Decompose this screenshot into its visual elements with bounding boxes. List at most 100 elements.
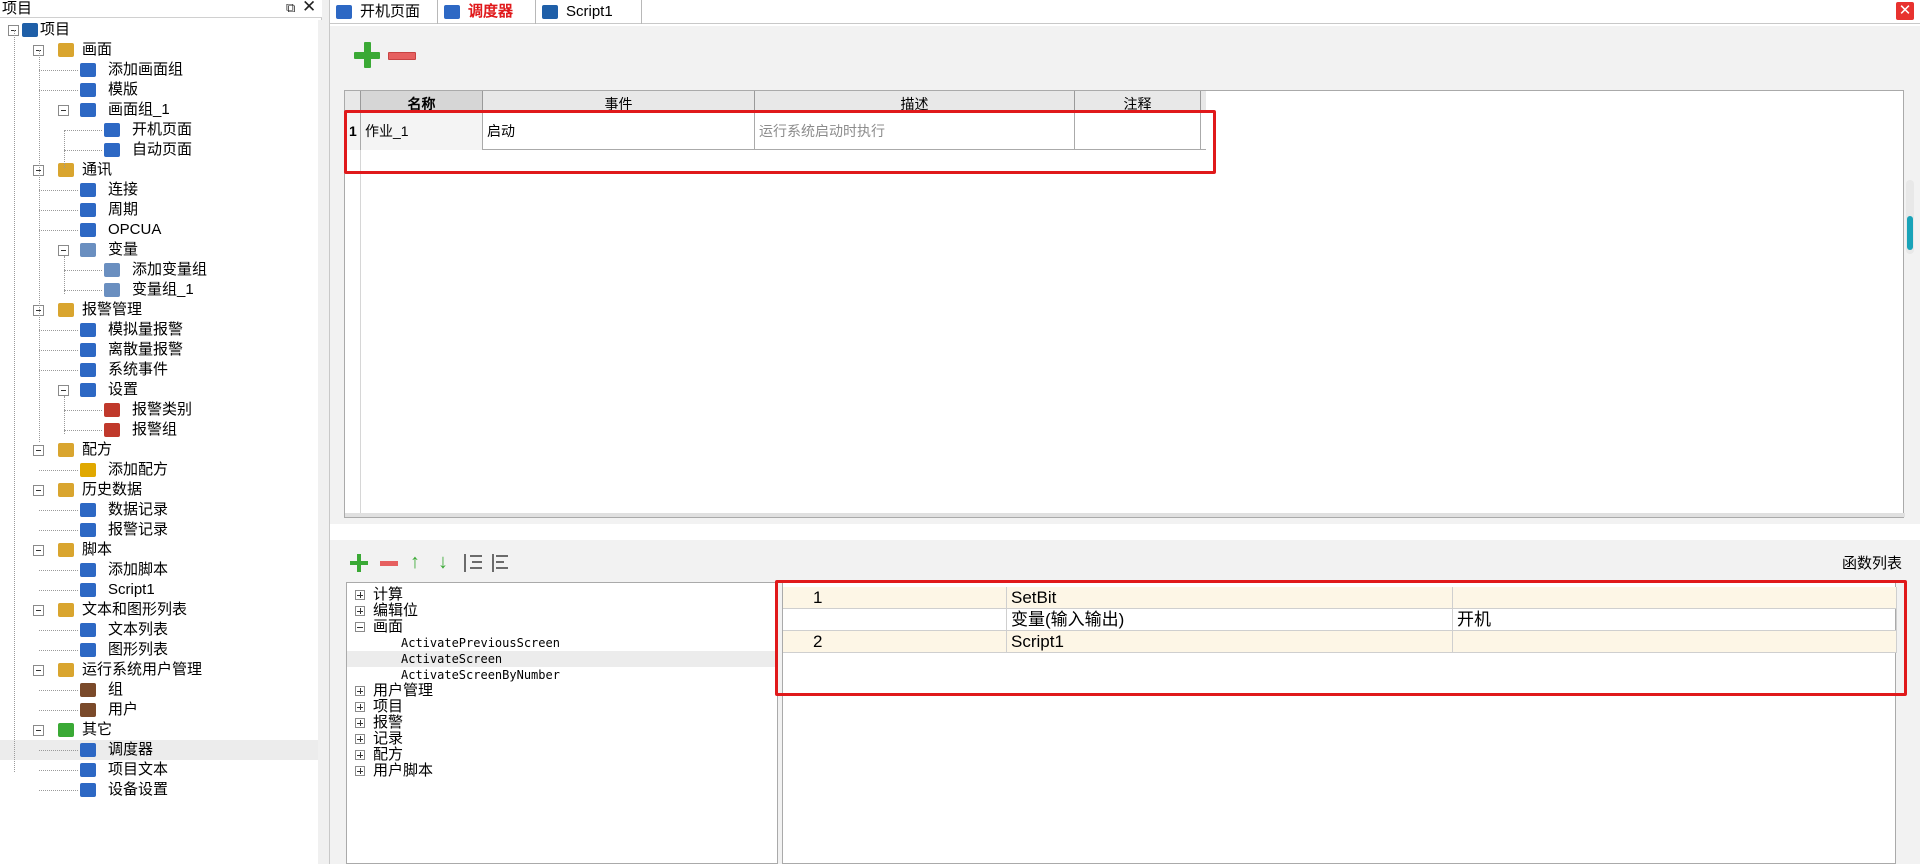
tree-item[interactable]: 文本列表 xyxy=(0,620,318,640)
function-tree-label: 画面 xyxy=(373,618,404,635)
function-item[interactable]: ActivateScreen xyxy=(347,651,777,667)
expand-icon[interactable] xyxy=(355,702,365,712)
editor-tab-label: Script1 xyxy=(566,3,613,20)
function-category[interactable]: 项目 xyxy=(347,699,777,715)
outdent-icon[interactable] xyxy=(492,553,510,573)
expand-icon[interactable] xyxy=(355,750,365,760)
tree-item[interactable]: 图形列表 xyxy=(0,640,318,660)
tree-item[interactable]: 添加变量组 xyxy=(0,260,318,280)
tree-item[interactable]: 模拟量报警 xyxy=(0,320,318,340)
tree-item[interactable]: 报警类别 xyxy=(0,400,318,420)
remove-function-button[interactable] xyxy=(380,561,398,566)
scheduler-icon xyxy=(444,5,460,19)
function-category[interactable]: 配方 xyxy=(347,747,777,763)
tree-item[interactable]: 离散量报警 xyxy=(0,340,318,360)
expand-icon[interactable] xyxy=(355,686,365,696)
function-item[interactable]: ActivatePreviousScreen xyxy=(347,635,777,651)
function-category[interactable]: 用户管理 xyxy=(347,683,777,699)
collapse-toggle-icon[interactable] xyxy=(58,245,69,256)
tree-item[interactable]: 设置 xyxy=(0,380,318,400)
function-category[interactable]: 计算 xyxy=(347,587,777,603)
tree-item[interactable]: 脚本 xyxy=(0,540,318,560)
editor-tab[interactable]: 开机页面 xyxy=(330,0,438,24)
move-down-icon[interactable]: ↓ xyxy=(434,552,452,572)
expand-icon[interactable] xyxy=(355,766,365,776)
function-category[interactable]: 用户脚本 xyxy=(347,763,777,779)
close-editor-icon[interactable]: ✕ xyxy=(1896,2,1914,20)
editor-tab[interactable]: Script1 xyxy=(536,0,642,24)
tree-item-label: 文本列表 xyxy=(108,621,169,638)
expand-icon[interactable] xyxy=(355,606,365,616)
tree-item-label: 项目 xyxy=(40,21,71,38)
editor-tab[interactable]: 调度器 xyxy=(438,0,536,24)
tree-item[interactable]: 用户 xyxy=(0,700,318,720)
collapse-toggle-icon[interactable] xyxy=(33,605,44,616)
tree-item[interactable]: Script1 xyxy=(0,580,318,600)
vertical-scrollbar[interactable] xyxy=(1906,180,1914,254)
tree-item[interactable]: 添加脚本 xyxy=(0,560,318,580)
float-panel-icon[interactable]: ⧉ xyxy=(286,0,295,16)
tree-item-label: 变量组_1 xyxy=(132,281,194,298)
remove-job-button[interactable] xyxy=(388,52,416,60)
expand-icon[interactable] xyxy=(355,590,365,600)
collapse-toggle-icon[interactable] xyxy=(58,105,69,116)
tree-item[interactable]: 文本和图形列表 xyxy=(0,600,318,620)
tree-connector xyxy=(39,650,78,651)
function-category[interactable]: 报警 xyxy=(347,715,777,731)
expand-icon[interactable] xyxy=(355,734,365,744)
tree-item[interactable]: 历史数据 xyxy=(0,480,318,500)
tree-item[interactable]: 周期 xyxy=(0,200,318,220)
variable-group-icon xyxy=(104,283,120,297)
tree-connector xyxy=(39,530,78,531)
function-category[interactable]: 记录 xyxy=(347,731,777,747)
tree-item[interactable]: 项目 xyxy=(0,20,318,40)
tree-item[interactable]: 设备设置 xyxy=(0,780,318,800)
add-job-button[interactable] xyxy=(354,42,380,68)
panel-splitter[interactable] xyxy=(322,0,330,864)
close-panel-icon[interactable]: ✕ xyxy=(302,0,316,15)
tree-item[interactable]: 连接 xyxy=(0,180,318,200)
collapse-toggle-icon[interactable] xyxy=(33,665,44,676)
function-category[interactable]: 画面 xyxy=(347,619,777,635)
function-tree-label: 用户脚本 xyxy=(373,762,434,779)
collapse-toggle-icon[interactable] xyxy=(33,445,44,456)
tree-item[interactable]: 变量组_1 xyxy=(0,280,318,300)
tree-item[interactable]: 运行系统用户管理 xyxy=(0,660,318,680)
tree-item[interactable]: 添加画面组 xyxy=(0,60,318,80)
tree-item[interactable]: 系统事件 xyxy=(0,360,318,380)
tree-item[interactable]: 组 xyxy=(0,680,318,700)
move-up-icon[interactable]: ↑ xyxy=(406,552,424,572)
tree-item[interactable]: 画面 xyxy=(0,40,318,60)
tree-item[interactable]: 模版 xyxy=(0,80,318,100)
tree-connector xyxy=(39,770,78,771)
tree-item[interactable]: 添加配方 xyxy=(0,460,318,480)
tree-item[interactable]: 通讯 xyxy=(0,160,318,180)
cycle-icon xyxy=(80,203,96,217)
tree-item-label: 组 xyxy=(108,681,124,698)
tree-item[interactable]: OPCUA xyxy=(0,220,318,240)
tree-item[interactable]: 自动页面 xyxy=(0,140,318,160)
collapse-icon[interactable] xyxy=(355,622,365,632)
tree-item[interactable]: 画面组_1 xyxy=(0,100,318,120)
tree-item[interactable]: 配方 xyxy=(0,440,318,460)
text-list-icon xyxy=(80,623,96,637)
function-category[interactable]: 编辑位 xyxy=(347,603,777,619)
tree-item[interactable]: 数据记录 xyxy=(0,500,318,520)
collapse-toggle-icon[interactable] xyxy=(58,385,69,396)
tree-connector xyxy=(39,710,78,711)
expand-icon[interactable] xyxy=(355,718,365,728)
tree-item[interactable]: 报警记录 xyxy=(0,520,318,540)
tree-item[interactable]: 变量 xyxy=(0,240,318,260)
tree-item[interactable]: 报警组 xyxy=(0,420,318,440)
collapse-toggle-icon[interactable] xyxy=(33,545,44,556)
indent-icon[interactable] xyxy=(464,553,482,573)
collapse-toggle-icon[interactable] xyxy=(33,725,44,736)
collapse-toggle-icon[interactable] xyxy=(33,485,44,496)
tree-item[interactable]: 报警管理 xyxy=(0,300,318,320)
tree-item[interactable]: 其它 xyxy=(0,720,318,740)
tree-item[interactable]: 项目文本 xyxy=(0,760,318,780)
add-function-button[interactable] xyxy=(350,554,368,572)
function-item[interactable]: ActivateScreenByNumber xyxy=(347,667,777,683)
tree-item[interactable]: 调度器 xyxy=(0,740,318,760)
tree-item[interactable]: 开机页面 xyxy=(0,120,318,140)
